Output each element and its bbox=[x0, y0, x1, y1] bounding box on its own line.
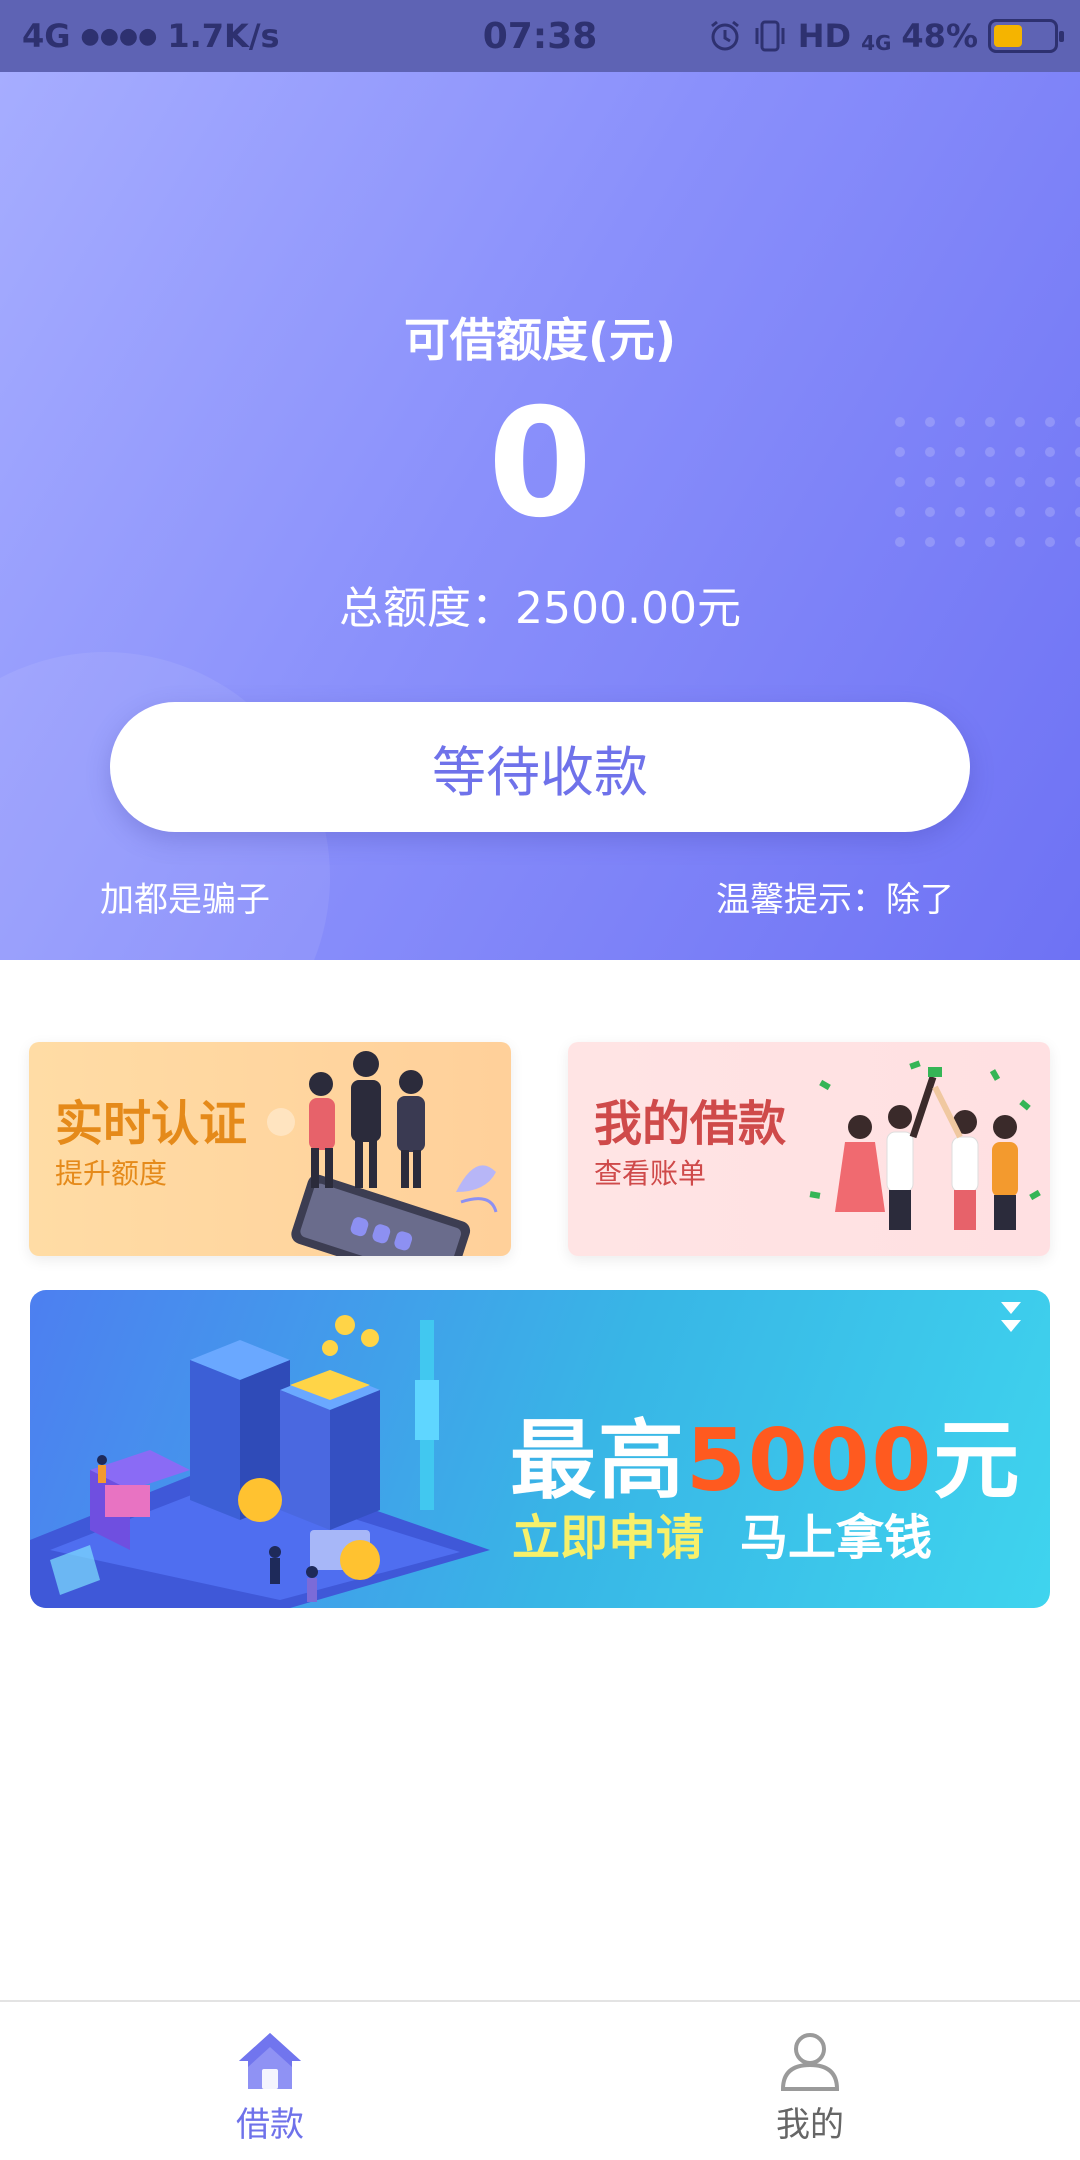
notice-marquee: 加都是骗子 温馨提示：除了 bbox=[0, 872, 1080, 932]
tab-label: 我的 bbox=[776, 2104, 844, 2145]
status-left: 4G ●●●● 1.7K/s bbox=[22, 17, 280, 55]
hd-label: HD bbox=[797, 17, 852, 55]
tab-loan[interactable]: 借款 bbox=[0, 2002, 540, 2160]
card-title: 实时认证 bbox=[55, 1096, 248, 1152]
banner-headline: 最高5000元 bbox=[510, 1390, 1021, 1515]
tab-mine[interactable]: 我的 bbox=[540, 2002, 1080, 2160]
celebrating-people-illustration bbox=[809, 1060, 1041, 1230]
vibrate-icon bbox=[752, 18, 788, 54]
total-credit: 总额度：2500.00元 bbox=[339, 583, 741, 634]
battery-icon bbox=[988, 19, 1064, 53]
card-subtitle: 查看账单 bbox=[594, 1157, 707, 1190]
hero-section: 可借额度(元) 0 总额度：2500.00元 等待收款 加都是骗子 温馨提示：除… bbox=[0, 72, 1080, 960]
net-type-label: 4G bbox=[861, 31, 892, 55]
available-credit-amount: 0 bbox=[487, 377, 593, 551]
banner-cta-money: 马上拿钱 bbox=[740, 1510, 933, 1566]
banner-suffix: 元 bbox=[933, 1411, 1022, 1511]
banner-cta-apply: 立即申请 bbox=[512, 1510, 705, 1566]
alarm-icon bbox=[708, 19, 742, 53]
signal-dots: ●●●● bbox=[80, 23, 158, 49]
battery-percent: 48% bbox=[901, 17, 978, 55]
bottom-tab-bar: 借款 我的 bbox=[0, 2000, 1080, 2160]
city-finance-illustration bbox=[30, 1315, 490, 1608]
double-chevron-down-icon bbox=[1001, 1302, 1021, 1332]
banner-subline: 立即申请 马上拿钱 bbox=[512, 1498, 932, 1568]
home-icon bbox=[239, 2032, 301, 2089]
status-bar: 4G ●●●● 1.7K/s 07:38 HD 4G 48% bbox=[0, 0, 1080, 72]
banner-prefix: 最高 bbox=[510, 1411, 686, 1511]
tab-label: 借款 bbox=[236, 2104, 304, 2145]
promo-banner[interactable]: 最高5000元 立即申请 马上拿钱 bbox=[30, 1290, 1050, 1608]
my-loan-card[interactable]: 我的借款 查看账单 bbox=[568, 1042, 1050, 1256]
banner-amount: 5000 bbox=[686, 1411, 934, 1511]
marquee-text-right: 温馨提示：除了 bbox=[716, 880, 954, 920]
net-speed: 1.7K/s bbox=[167, 17, 280, 55]
waiting-payment-button[interactable]: 等待收款 bbox=[110, 702, 970, 832]
marquee-text-left: 加都是骗子 bbox=[100, 880, 270, 920]
status-right: HD 4G 48% bbox=[708, 17, 1064, 55]
network-label: 4G bbox=[22, 17, 71, 55]
card-title: 我的借款 bbox=[594, 1096, 787, 1152]
realtime-auth-card[interactable]: 实时认证 提升额度 bbox=[29, 1042, 511, 1256]
user-icon bbox=[780, 2032, 840, 2091]
available-credit-label: 可借额度(元) bbox=[403, 313, 677, 367]
people-phone-illustration bbox=[267, 1051, 498, 1256]
card-subtitle: 提升额度 bbox=[55, 1157, 168, 1190]
